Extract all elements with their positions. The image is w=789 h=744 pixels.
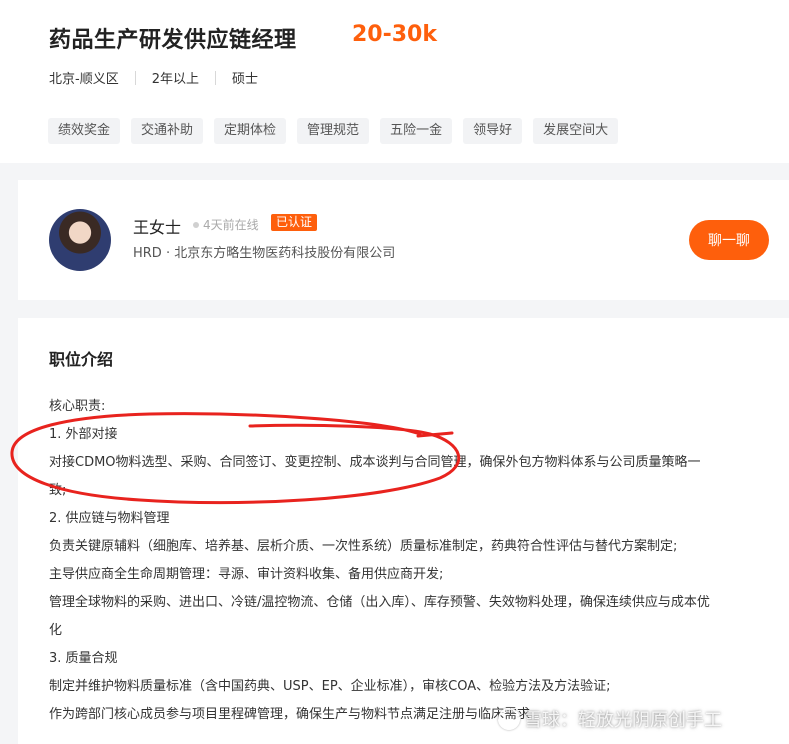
section-title: 职位介绍 — [49, 350, 114, 369]
description-body: 核心职责: 1. 外部对接 对接CDMO物料选型、采购、合同签订、变更控制、成本… — [49, 398, 769, 734]
job-location: 北京-顺义区 — [49, 72, 119, 87]
description-line: 主导供应商全生命周期管理：寻源、审计资料收集、备用供应商开发; — [49, 567, 444, 582]
watermark: 雪球：轻放光阴原创手工 — [498, 706, 722, 732]
description-line: 负责关键原辅料（细胞库、培养基、层析介质、一次性系统）质量标准制定，药典符合性评… — [49, 539, 678, 554]
description-line: 3. 质量合规 — [49, 651, 118, 666]
online-status: 4天前在线 — [193, 216, 259, 233]
job-meta: 北京-顺义区 2年以上 硕士 — [49, 68, 258, 87]
description-line: 2. 供应链与物料管理 — [49, 511, 170, 526]
description-line: 化 — [49, 623, 63, 638]
recruiter-name: 王女士 — [133, 218, 182, 237]
description-line: 致; — [49, 483, 67, 498]
description-line: 制定并维护物料质量标准（含中国药典、USP、EP、企业标准），审核COA、检验方… — [49, 679, 611, 694]
benefit-tag: 管理规范 — [297, 118, 370, 144]
benefit-tag: 发展空间大 — [533, 118, 619, 144]
description-line: 1. 外部对接 — [49, 427, 118, 442]
salary: 20-30k — [352, 22, 437, 47]
chat-button[interactable]: 聊一聊 — [689, 220, 769, 260]
recruiter-card: 王女士 4天前在线 已认证 HRD · 北京东方略生物医药科技股份有限公司 聊一… — [18, 180, 789, 300]
job-title: 药品生产研发供应链经理 — [49, 28, 297, 53]
online-status-text: 4天前在线 — [203, 218, 259, 232]
watermark-text: 雪球：轻放光阴原创手工 — [524, 710, 722, 731]
benefit-tag: 交通补助 — [131, 118, 204, 144]
benefit-tag: 定期体检 — [214, 118, 287, 144]
description-line: 管理全球物料的采购、进出口、冷链/温控物流、仓储（出入库）、库存预警、失效物料处… — [49, 595, 710, 610]
description-line: 对接CDMO物料选型、采购、合同签订、变更控制、成本谈判与合同管理，确保外包方物… — [49, 455, 701, 470]
divider — [214, 70, 216, 85]
status-dot-icon — [193, 221, 199, 228]
avatar[interactable] — [49, 209, 111, 271]
job-experience: 2年以上 — [151, 72, 199, 87]
divider — [134, 70, 136, 85]
job-header: 药品生产研发供应链经理 20-30k 北京-顺义区 2年以上 硕士 绩效奖金 交… — [0, 0, 789, 163]
benefit-tag: 绩效奖金 — [48, 118, 121, 144]
description-line: 核心职责: — [49, 399, 106, 414]
verified-badge: 已认证 — [271, 214, 318, 231]
job-education: 硕士 — [231, 72, 258, 87]
benefit-tag: 领导好 — [463, 118, 523, 144]
watermark-logo-icon — [498, 708, 520, 730]
job-description-card: 职位介绍 核心职责: 1. 外部对接 对接CDMO物料选型、采购、合同签订、变更… — [18, 318, 789, 744]
benefit-tag: 五险一金 — [380, 118, 453, 144]
recruiter-company: HRD · 北京东方略生物医药科技股份有限公司 — [133, 246, 396, 261]
benefit-tags: 绩效奖金 交通补助 定期体检 管理规范 五险一金 领导好 发展空间大 — [48, 118, 619, 144]
